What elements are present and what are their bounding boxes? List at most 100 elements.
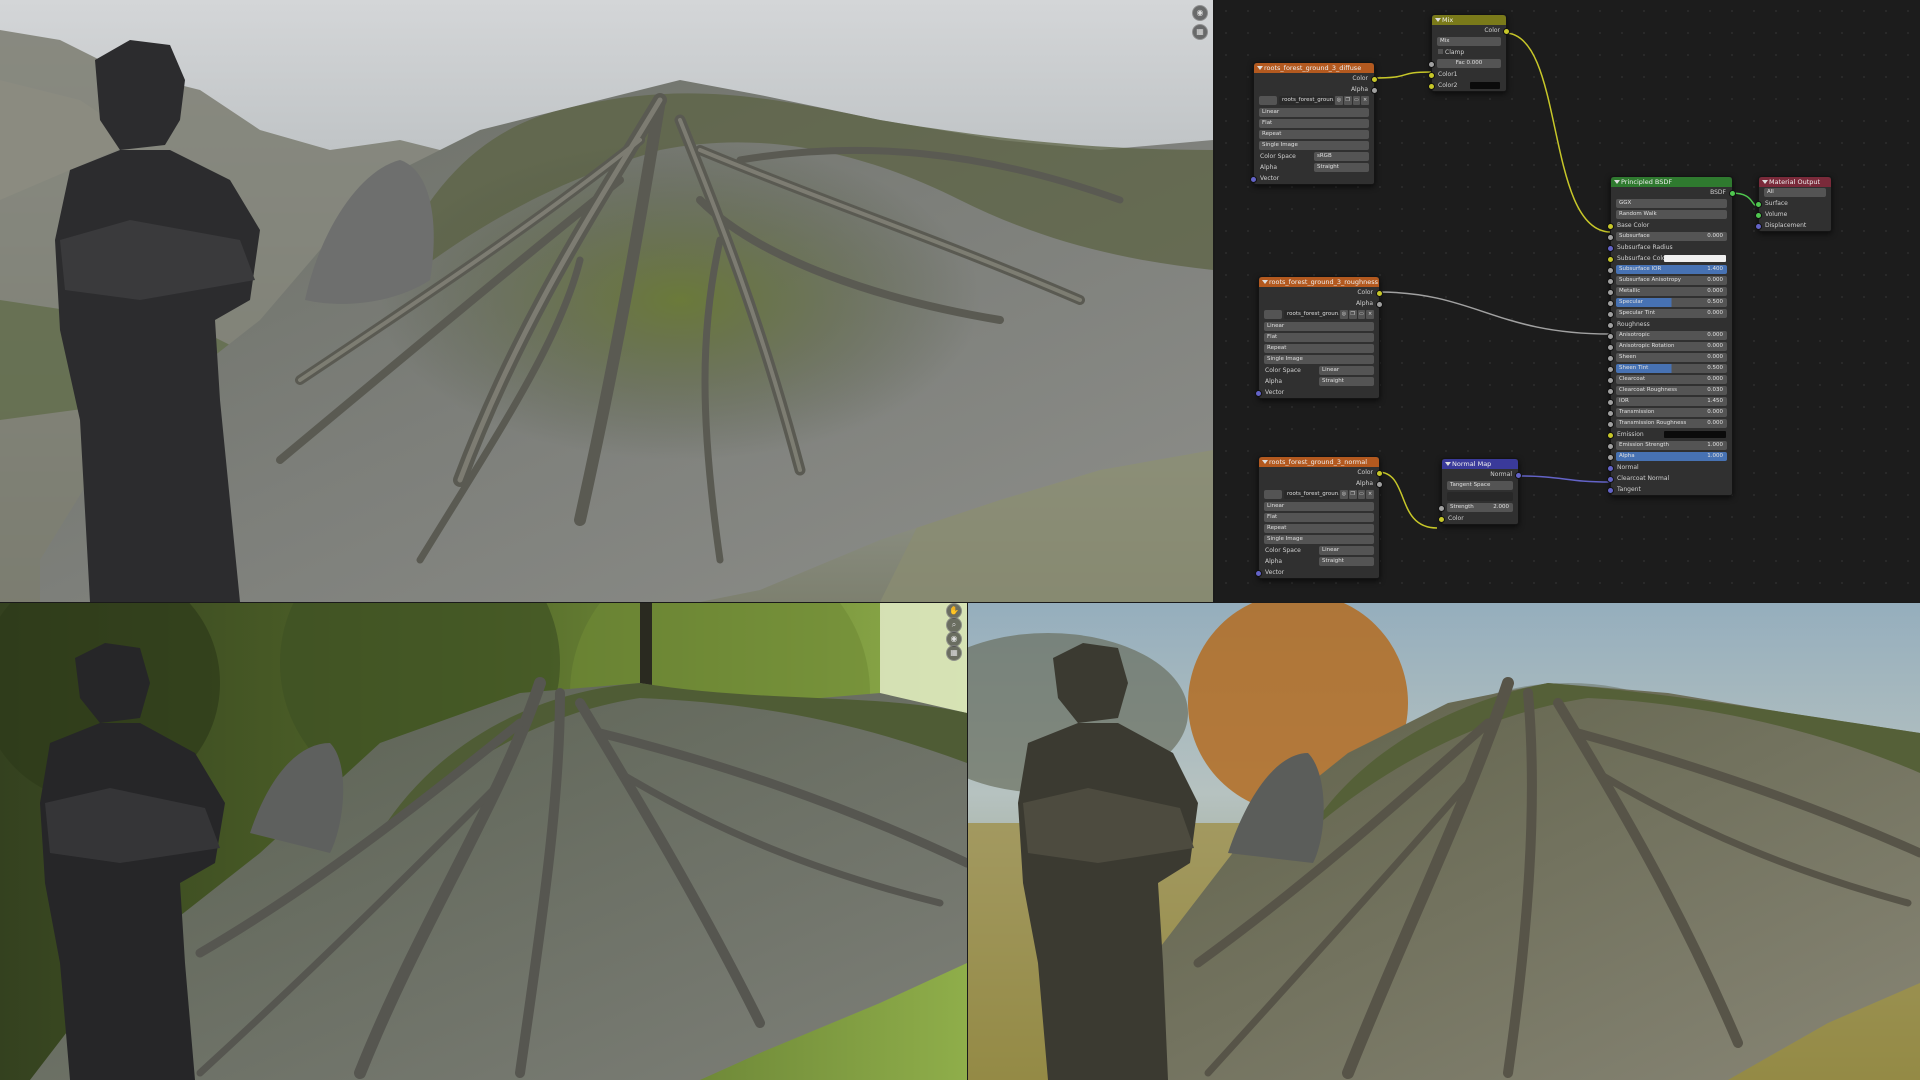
input-socket[interactable]	[1428, 83, 1435, 90]
node-image-texture-normal[interactable]: roots_forest_ground_3_normal Color Alpha…	[1255, 456, 1383, 579]
node-header[interactable]: Principled BSDF	[1611, 177, 1732, 187]
alpha-dropdown[interactable]: Straight	[1319, 377, 1374, 386]
folder-icon[interactable]: ▭	[1357, 310, 1366, 319]
output-socket[interactable]	[1371, 76, 1378, 83]
color-space-dropdown[interactable]: Linear	[1319, 546, 1374, 555]
close-icon[interactable]: ×	[1366, 310, 1374, 319]
ior-field[interactable]: IOR 1.450	[1616, 397, 1727, 406]
emission-strength-field[interactable]: Emission Strength 1.000	[1616, 441, 1727, 450]
interpolation-dropdown[interactable]: Linear	[1264, 322, 1374, 331]
output-socket[interactable]	[1376, 470, 1383, 477]
image-name-field[interactable]: roots_forest_groun...	[1284, 490, 1339, 499]
subsurface-method-dropdown[interactable]: Random Walk	[1616, 210, 1727, 219]
image-selector[interactable]: roots_forest_groun... ◎ ❐ ▭ ×	[1259, 489, 1379, 501]
fake-user-icon[interactable]: ◎	[1340, 490, 1348, 499]
color-space-dropdown[interactable]: sRGB	[1314, 152, 1369, 161]
input-socket[interactable]	[1755, 201, 1762, 208]
input-socket[interactable]	[1607, 388, 1614, 395]
projection-dropdown[interactable]: Flat	[1259, 119, 1369, 128]
subsurface-ior-field[interactable]: Subsurface IOR 1.400	[1616, 265, 1727, 274]
alpha-field[interactable]: Alpha 1.000	[1616, 452, 1727, 461]
input-socket[interactable]	[1607, 366, 1614, 373]
node-header[interactable]: Mix	[1432, 15, 1506, 25]
fake-user-icon[interactable]: ◎	[1335, 96, 1343, 105]
input-socket[interactable]	[1607, 443, 1614, 450]
input-socket[interactable]	[1607, 355, 1614, 362]
distribution-dropdown[interactable]: GGX	[1616, 199, 1727, 208]
source-dropdown[interactable]: Single Image	[1264, 355, 1374, 364]
input-socket[interactable]	[1607, 256, 1614, 263]
duplicate-icon[interactable]: ❐	[1343, 96, 1352, 105]
input-socket[interactable]	[1607, 432, 1614, 439]
output-socket[interactable]	[1515, 472, 1522, 479]
blend-mode-dropdown[interactable]: Mix	[1437, 37, 1501, 46]
source-dropdown[interactable]: Single Image	[1264, 535, 1374, 544]
input-socket[interactable]	[1607, 454, 1614, 461]
node-header[interactable]: Material Output	[1759, 177, 1831, 187]
image-browse-button[interactable]	[1264, 490, 1282, 499]
node-header[interactable]: Normal Map	[1442, 459, 1518, 469]
input-socket[interactable]	[1438, 505, 1445, 512]
input-socket[interactable]	[1607, 410, 1614, 417]
duplicate-icon[interactable]: ❐	[1348, 310, 1357, 319]
output-socket[interactable]	[1376, 481, 1383, 488]
node-image-texture-diffuse[interactable]: roots_forest_ground_3_diffuse Color Alph…	[1250, 62, 1378, 185]
input-socket[interactable]	[1607, 399, 1614, 406]
transmission-field[interactable]: Transmission 0.000	[1616, 408, 1727, 417]
input-socket[interactable]	[1755, 212, 1762, 219]
node-normal-map[interactable]: Normal Map Normal Tangent Space Strength…	[1438, 458, 1522, 525]
input-socket[interactable]	[1607, 465, 1614, 472]
folder-icon[interactable]: ▭	[1357, 490, 1366, 499]
strength-field[interactable]: Strength 2.000	[1447, 503, 1513, 512]
projection-dropdown[interactable]: Flat	[1264, 513, 1374, 522]
input-socket[interactable]	[1428, 72, 1435, 79]
output-socket[interactable]	[1503, 28, 1510, 35]
folder-icon[interactable]: ▭	[1352, 96, 1361, 105]
extension-dropdown[interactable]: Repeat	[1264, 344, 1374, 353]
metallic-field[interactable]: Metallic 0.000	[1616, 287, 1727, 296]
node-mix[interactable]: Mix Color Mix Clamp Fac 0.000 Color1 Col…	[1428, 14, 1510, 92]
shader-node-editor[interactable]: roots_forest_ground_3_diffuse Color Alph…	[1215, 0, 1920, 602]
clearcoat-field[interactable]: Clearcoat 0.000	[1616, 375, 1727, 384]
input-socket[interactable]	[1607, 311, 1614, 318]
input-socket[interactable]	[1607, 267, 1614, 274]
node-principled-bsdf[interactable]: Principled BSDF BSDF GGX Random Walk Bas…	[1607, 176, 1736, 496]
camera-icon[interactable]: ◉	[1192, 5, 1208, 21]
sheen-tint-field[interactable]: Sheen Tint 0.500	[1616, 364, 1727, 373]
projection-dropdown[interactable]: Flat	[1264, 333, 1374, 342]
image-browse-button[interactable]	[1264, 310, 1282, 319]
extension-dropdown[interactable]: Repeat	[1264, 524, 1374, 533]
node-image-texture-roughness[interactable]: roots_forest_ground_3_roughness Color Al…	[1255, 276, 1383, 399]
close-icon[interactable]: ×	[1366, 490, 1374, 499]
interpolation-dropdown[interactable]: Linear	[1264, 502, 1374, 511]
input-socket[interactable]	[1607, 377, 1614, 384]
clearcoat-roughness-field[interactable]: Clearcoat Roughness 0.030	[1616, 386, 1727, 395]
input-socket[interactable]	[1438, 516, 1445, 523]
clamp-checkbox[interactable]	[1438, 49, 1443, 54]
input-socket[interactable]	[1607, 300, 1614, 307]
color2-swatch[interactable]	[1470, 82, 1500, 89]
alpha-dropdown[interactable]: Straight	[1319, 557, 1374, 566]
input-socket[interactable]	[1607, 421, 1614, 428]
input-socket[interactable]	[1607, 223, 1614, 230]
extension-dropdown[interactable]: Repeat	[1259, 130, 1369, 139]
emission-color-swatch[interactable]	[1664, 431, 1726, 438]
image-name-field[interactable]: roots_forest_groun...	[1279, 96, 1334, 105]
image-browse-button[interactable]	[1259, 96, 1277, 105]
sheen-field[interactable]: Sheen 0.000	[1616, 353, 1727, 362]
input-socket[interactable]	[1607, 344, 1614, 351]
viewport-top[interactable]: ◉ ▦	[0, 0, 1213, 602]
node-header[interactable]: roots_forest_ground_3_diffuse	[1254, 63, 1374, 73]
subsurface-field[interactable]: Subsurface 0.000	[1616, 232, 1727, 241]
close-icon[interactable]: ×	[1361, 96, 1369, 105]
image-selector[interactable]: roots_forest_groun... ◎ ❐ ▭ ×	[1254, 95, 1374, 107]
output-socket[interactable]	[1376, 290, 1383, 297]
interpolation-dropdown[interactable]: Linear	[1259, 108, 1369, 117]
specular-tint-field[interactable]: Specular Tint 0.000	[1616, 309, 1727, 318]
input-socket[interactable]	[1428, 61, 1435, 68]
input-socket[interactable]	[1607, 333, 1614, 340]
node-header[interactable]: roots_forest_ground_3_roughness	[1259, 277, 1379, 287]
anisotropic-field[interactable]: Anisotropic 0.000	[1616, 331, 1727, 340]
input-socket[interactable]	[1607, 245, 1614, 252]
image-selector[interactable]: roots_forest_groun... ◎ ❐ ▭ ×	[1259, 309, 1379, 321]
